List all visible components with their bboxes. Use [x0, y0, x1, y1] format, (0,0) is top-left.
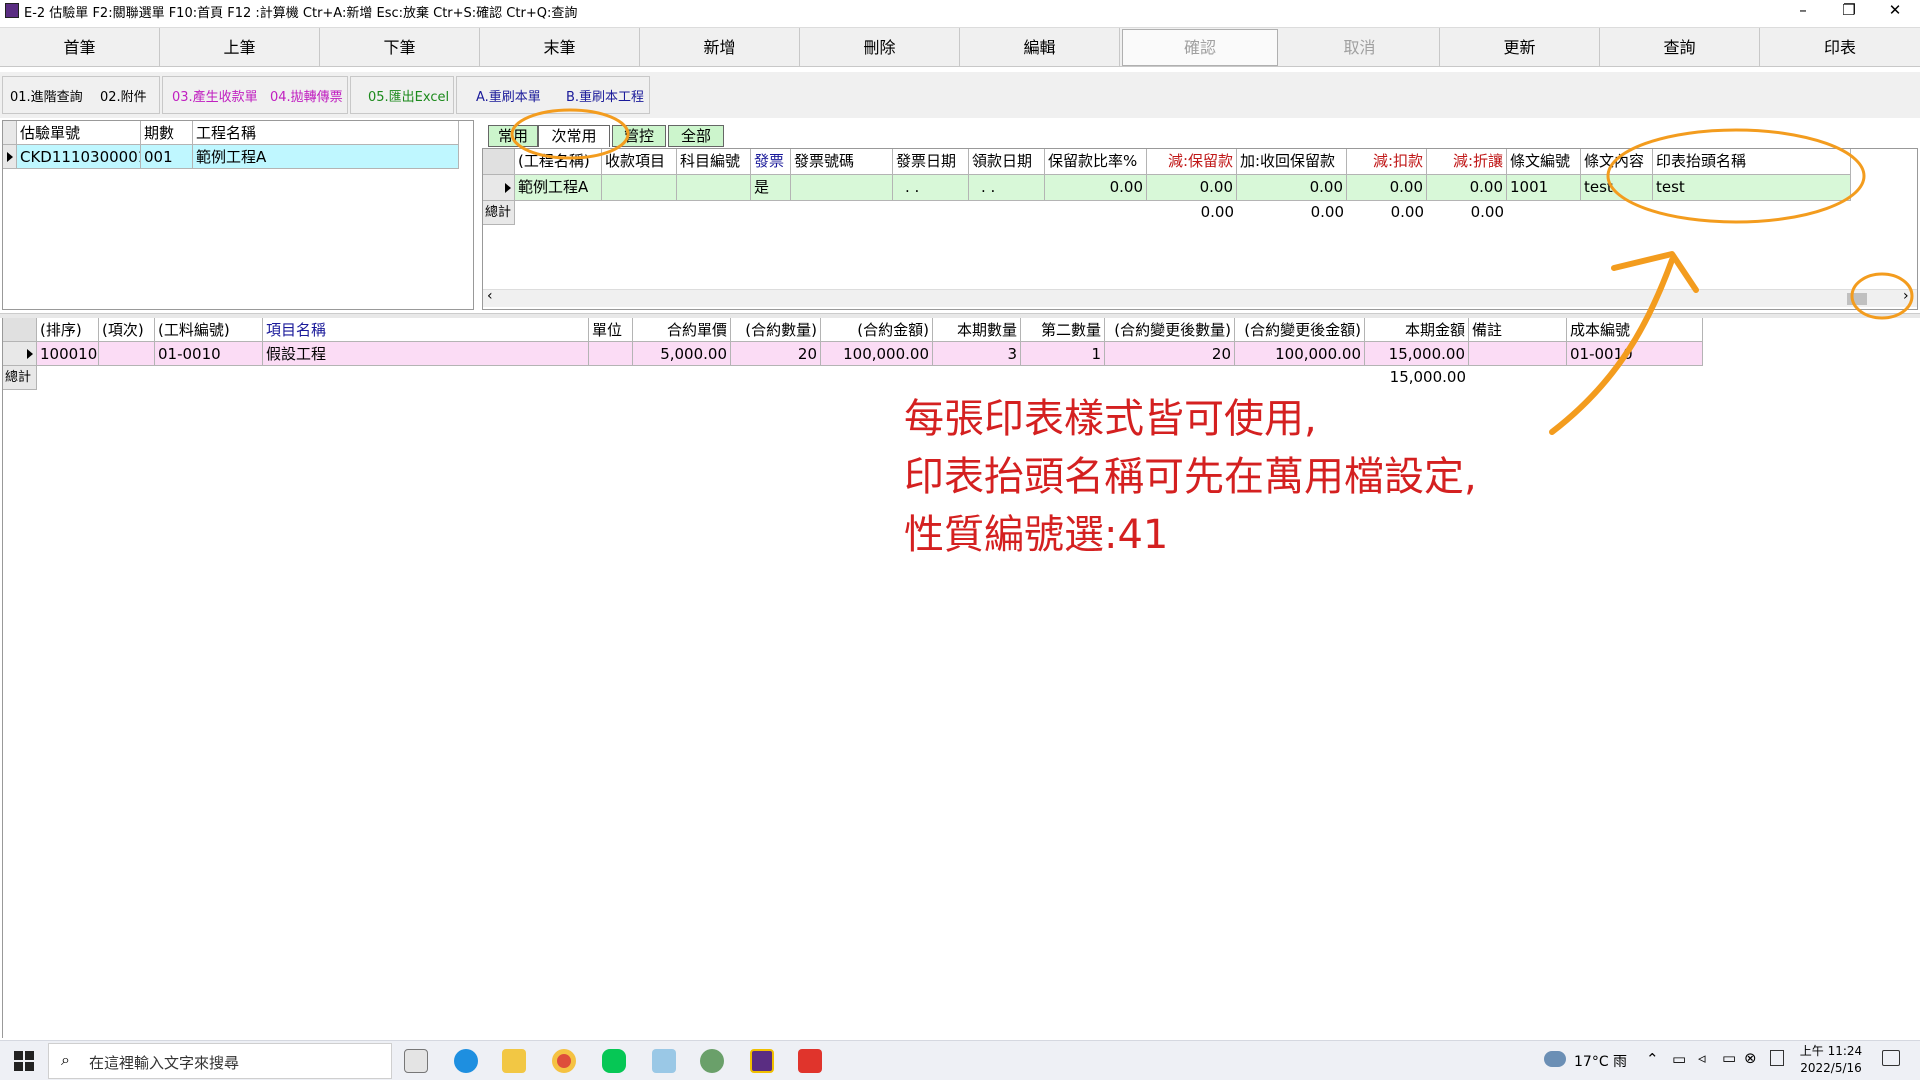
- callout-arrow: [1549, 257, 1675, 435]
- erp-app-icon[interactable]: [750, 1049, 774, 1073]
- clock[interactable]: 上午 11:24 2022/5/16: [1796, 1043, 1866, 1077]
- weather-icon: [1544, 1051, 1566, 1067]
- windows-start-icon[interactable]: [14, 1051, 34, 1071]
- taskbar-search-box[interactable]: ⌕ 在這裡輸入文字來搜尋: [48, 1043, 392, 1079]
- search-placeholder: 在這裡輸入文字來搜尋: [89, 1054, 240, 1072]
- notepad-icon[interactable]: [652, 1049, 676, 1073]
- clock-time: 上午 11:24: [1799, 1044, 1863, 1058]
- edge-browser-icon[interactable]: [454, 1049, 478, 1073]
- task-view-icon[interactable]: [404, 1049, 428, 1073]
- callout-circle-scroll: [1850, 272, 1914, 320]
- media-disc-icon[interactable]: [700, 1049, 724, 1073]
- tray-ime-icon[interactable]: [1770, 1050, 1784, 1066]
- tray-close-icon[interactable]: ⊗: [1744, 1049, 1757, 1067]
- tray-network-icon[interactable]: ▭: [1672, 1050, 1686, 1068]
- callout-circle-tab: [510, 108, 630, 160]
- file-explorer-icon[interactable]: [502, 1049, 526, 1073]
- tray-chevron-icon[interactable]: ⌃: [1646, 1050, 1659, 1068]
- callout-arrow-head: [1611, 251, 1699, 293]
- chrome-icon[interactable]: [552, 1049, 576, 1073]
- tray-monitor-icon[interactable]: ▭: [1722, 1049, 1736, 1067]
- taskbar: ⌕ 在這裡輸入文字來搜尋 17°C 雨 ⌃ ▭ ◃ ▭ ⊗ 上午 11:24 2…: [0, 1040, 1920, 1080]
- weather-text[interactable]: 17°C 雨: [1574, 1051, 1627, 1071]
- callout-overlay: [510, 108, 1914, 435]
- line-app-icon[interactable]: [602, 1049, 626, 1073]
- tray-volume-icon[interactable]: ◃: [1698, 1049, 1706, 1067]
- notification-icon[interactable]: [1882, 1050, 1900, 1066]
- callout-circle-print-title: [1606, 128, 1866, 224]
- search-icon: ⌕: [61, 1050, 70, 1069]
- anydesk-icon[interactable]: [798, 1049, 822, 1073]
- clock-date: 2022/5/16: [1800, 1061, 1862, 1075]
